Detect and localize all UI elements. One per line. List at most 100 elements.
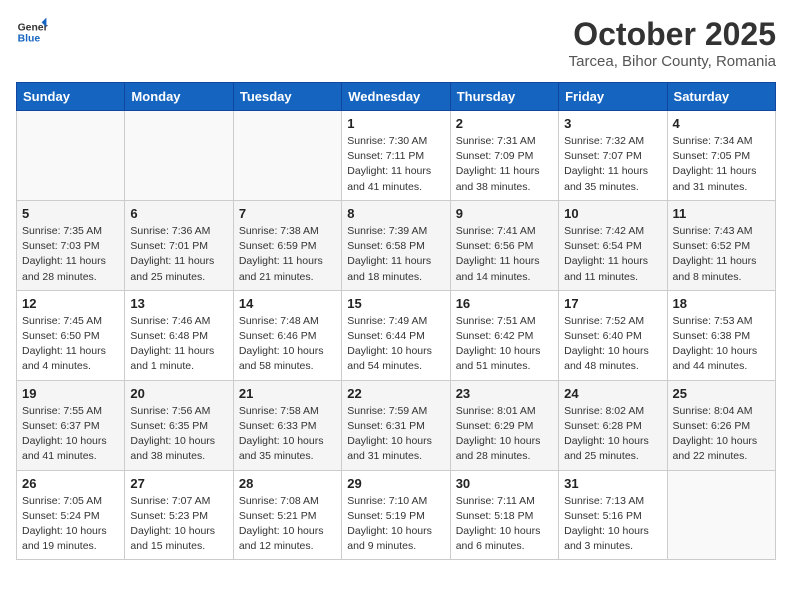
day-detail: Sunrise: 8:01 AM Sunset: 6:29 PM Dayligh… (456, 404, 553, 465)
calendar-day-cell: 11Sunrise: 7:43 AM Sunset: 6:52 PM Dayli… (667, 200, 775, 290)
calendar-table: SundayMondayTuesdayWednesdayThursdayFrid… (16, 82, 776, 560)
day-detail: Sunrise: 7:46 AM Sunset: 6:48 PM Dayligh… (130, 314, 227, 375)
day-number: 8 (347, 206, 444, 221)
day-number: 5 (22, 206, 119, 221)
day-detail: Sunrise: 7:45 AM Sunset: 6:50 PM Dayligh… (22, 314, 119, 375)
day-detail: Sunrise: 7:42 AM Sunset: 6:54 PM Dayligh… (564, 224, 661, 285)
day-number: 27 (130, 476, 227, 491)
calendar-day-cell: 28 Sunrise: 7:08 AM Sunset: 5:21 PM Dayli… (233, 470, 341, 560)
day-detail: Sunrise: 7:48 AM Sunset: 6:46 PM Dayligh… (239, 314, 336, 375)
day-number: 21 (239, 386, 336, 401)
day-detail: Sunrise: 7:53 AM Sunset: 6:38 PM Dayligh… (673, 314, 770, 375)
calendar-day-cell: 27 Sunrise: 7:07 AM Sunset: 5:23 PM Dayli… (125, 470, 233, 560)
page-header: General Blue October 2025 Tarcea, Bihor … (16, 16, 776, 70)
calendar-body: 1Sunrise: 7:30 AM Sunset: 7:11 PM Daylig… (17, 111, 776, 560)
calendar-day-cell (667, 470, 775, 560)
day-detail: Sunrise: 7:56 AM Sunset: 6:35 PM Dayligh… (130, 404, 227, 465)
day-number: 30 (456, 476, 553, 491)
day-number: 2 (456, 116, 553, 131)
calendar-day-cell: 9 Sunrise: 7:41 AM Sunset: 6:56 PM Daylig… (450, 200, 558, 290)
calendar-day-cell: 5Sunrise: 7:35 AM Sunset: 7:03 PM Daylig… (17, 200, 125, 290)
calendar-week-row: 5Sunrise: 7:35 AM Sunset: 7:03 PM Daylig… (17, 200, 776, 290)
day-number: 16 (456, 296, 553, 311)
calendar-day-cell (17, 111, 125, 201)
day-detail: Sunrise: 7:52 AM Sunset: 6:40 PM Dayligh… (564, 314, 661, 375)
day-number: 29 (347, 476, 444, 491)
day-number: 31 (564, 476, 661, 491)
calendar-day-cell: 16 Sunrise: 7:51 AM Sunset: 6:42 PM Dayli… (450, 290, 558, 380)
calendar-day-cell: 3 Sunrise: 7:32 AM Sunset: 7:07 PM Daylig… (559, 111, 667, 201)
weekday-header-cell: Wednesday (342, 83, 450, 111)
day-number: 9 (456, 206, 553, 221)
day-number: 4 (673, 116, 770, 131)
calendar-day-cell (233, 111, 341, 201)
calendar-week-row: 19Sunrise: 7:55 AM Sunset: 6:37 PM Dayli… (17, 380, 776, 470)
calendar-day-cell: 8 Sunrise: 7:39 AM Sunset: 6:58 PM Daylig… (342, 200, 450, 290)
day-detail: Sunrise: 7:13 AM Sunset: 5:16 PM Dayligh… (564, 494, 661, 555)
weekday-header-cell: Tuesday (233, 83, 341, 111)
day-detail: Sunrise: 7:41 AM Sunset: 6:56 PM Dayligh… (456, 224, 553, 285)
weekday-header-cell: Thursday (450, 83, 558, 111)
calendar-day-cell: 17 Sunrise: 7:52 AM Sunset: 6:40 PM Dayli… (559, 290, 667, 380)
calendar-week-row: 1Sunrise: 7:30 AM Sunset: 7:11 PM Daylig… (17, 111, 776, 201)
calendar-day-cell: 23Sunrise: 8:01 AM Sunset: 6:29 PM Dayli… (450, 380, 558, 470)
day-number: 18 (673, 296, 770, 311)
calendar-day-cell: 6Sunrise: 7:36 AM Sunset: 7:01 PM Daylig… (125, 200, 233, 290)
day-detail: Sunrise: 7:07 AM Sunset: 5:23 PM Dayligh… (130, 494, 227, 555)
day-number: 24 (564, 386, 661, 401)
calendar-day-cell: 1Sunrise: 7:30 AM Sunset: 7:11 PM Daylig… (342, 111, 450, 201)
calendar-day-cell: 31 Sunrise: 7:13 AM Sunset: 5:16 PM Dayli… (559, 470, 667, 560)
calendar-day-cell: 19Sunrise: 7:55 AM Sunset: 6:37 PM Dayli… (17, 380, 125, 470)
day-number: 12 (22, 296, 119, 311)
calendar-day-cell: 24Sunrise: 8:02 AM Sunset: 6:28 PM Dayli… (559, 380, 667, 470)
day-number: 10 (564, 206, 661, 221)
day-number: 19 (22, 386, 119, 401)
logo: General Blue (16, 16, 48, 48)
day-detail: Sunrise: 7:51 AM Sunset: 6:42 PM Dayligh… (456, 314, 553, 375)
calendar-day-cell: 10 Sunrise: 7:42 AM Sunset: 6:54 PM Dayli… (559, 200, 667, 290)
day-number: 11 (673, 206, 770, 221)
day-detail: Sunrise: 7:38 AM Sunset: 6:59 PM Dayligh… (239, 224, 336, 285)
calendar-day-cell: 4 Sunrise: 7:34 AM Sunset: 7:05 PM Daylig… (667, 111, 775, 201)
day-number: 7 (239, 206, 336, 221)
day-detail: Sunrise: 8:04 AM Sunset: 6:26 PM Dayligh… (673, 404, 770, 465)
calendar-day-cell: 2Sunrise: 7:31 AM Sunset: 7:09 PM Daylig… (450, 111, 558, 201)
day-number: 20 (130, 386, 227, 401)
weekday-header-row: SundayMondayTuesdayWednesdayThursdayFrid… (17, 83, 776, 111)
weekday-header-cell: Monday (125, 83, 233, 111)
calendar-day-cell: 13Sunrise: 7:46 AM Sunset: 6:48 PM Dayli… (125, 290, 233, 380)
day-detail: Sunrise: 7:11 AM Sunset: 5:18 PM Dayligh… (456, 494, 553, 555)
day-detail: Sunrise: 7:34 AM Sunset: 7:05 PM Dayligh… (673, 134, 770, 195)
calendar-day-cell: 7 Sunrise: 7:38 AM Sunset: 6:59 PM Daylig… (233, 200, 341, 290)
day-number: 14 (239, 296, 336, 311)
calendar-day-cell (125, 111, 233, 201)
day-number: 25 (673, 386, 770, 401)
day-detail: Sunrise: 7:08 AM Sunset: 5:21 PM Dayligh… (239, 494, 336, 555)
calendar-day-cell: 15Sunrise: 7:49 AM Sunset: 6:44 PM Dayli… (342, 290, 450, 380)
weekday-header-cell: Sunday (17, 83, 125, 111)
calendar-week-row: 26Sunrise: 7:05 AM Sunset: 5:24 PM Dayli… (17, 470, 776, 560)
day-number: 3 (564, 116, 661, 131)
weekday-header-cell: Friday (559, 83, 667, 111)
day-number: 22 (347, 386, 444, 401)
day-detail: Sunrise: 7:59 AM Sunset: 6:31 PM Dayligh… (347, 404, 444, 465)
calendar-day-cell: 14 Sunrise: 7:48 AM Sunset: 6:46 PM Dayli… (233, 290, 341, 380)
day-detail: Sunrise: 7:49 AM Sunset: 6:44 PM Dayligh… (347, 314, 444, 375)
title-block: October 2025 Tarcea, Bihor County, Roman… (569, 16, 776, 70)
calendar-day-cell: 25 Sunrise: 8:04 AM Sunset: 6:26 PM Dayli… (667, 380, 775, 470)
calendar-day-cell: 29Sunrise: 7:10 AM Sunset: 5:19 PM Dayli… (342, 470, 450, 560)
day-detail: Sunrise: 7:39 AM Sunset: 6:58 PM Dayligh… (347, 224, 444, 285)
location-title: Tarcea, Bihor County, Romania (569, 53, 776, 70)
day-number: 6 (130, 206, 227, 221)
day-detail: Sunrise: 7:32 AM Sunset: 7:07 PM Dayligh… (564, 134, 661, 195)
day-number: 28 (239, 476, 336, 491)
logo-icon: General Blue (16, 16, 48, 48)
calendar-day-cell: 20 Sunrise: 7:56 AM Sunset: 6:35 PM Dayli… (125, 380, 233, 470)
calendar-day-cell: 30 Sunrise: 7:11 AM Sunset: 5:18 PM Dayli… (450, 470, 558, 560)
weekday-header-cell: Saturday (667, 83, 775, 111)
calendar-day-cell: 12 Sunrise: 7:45 AM Sunset: 6:50 PM Dayli… (17, 290, 125, 380)
day-number: 17 (564, 296, 661, 311)
month-title: October 2025 (569, 16, 776, 53)
day-detail: Sunrise: 7:30 AM Sunset: 7:11 PM Dayligh… (347, 134, 444, 195)
calendar-week-row: 12 Sunrise: 7:45 AM Sunset: 6:50 PM Dayli… (17, 290, 776, 380)
